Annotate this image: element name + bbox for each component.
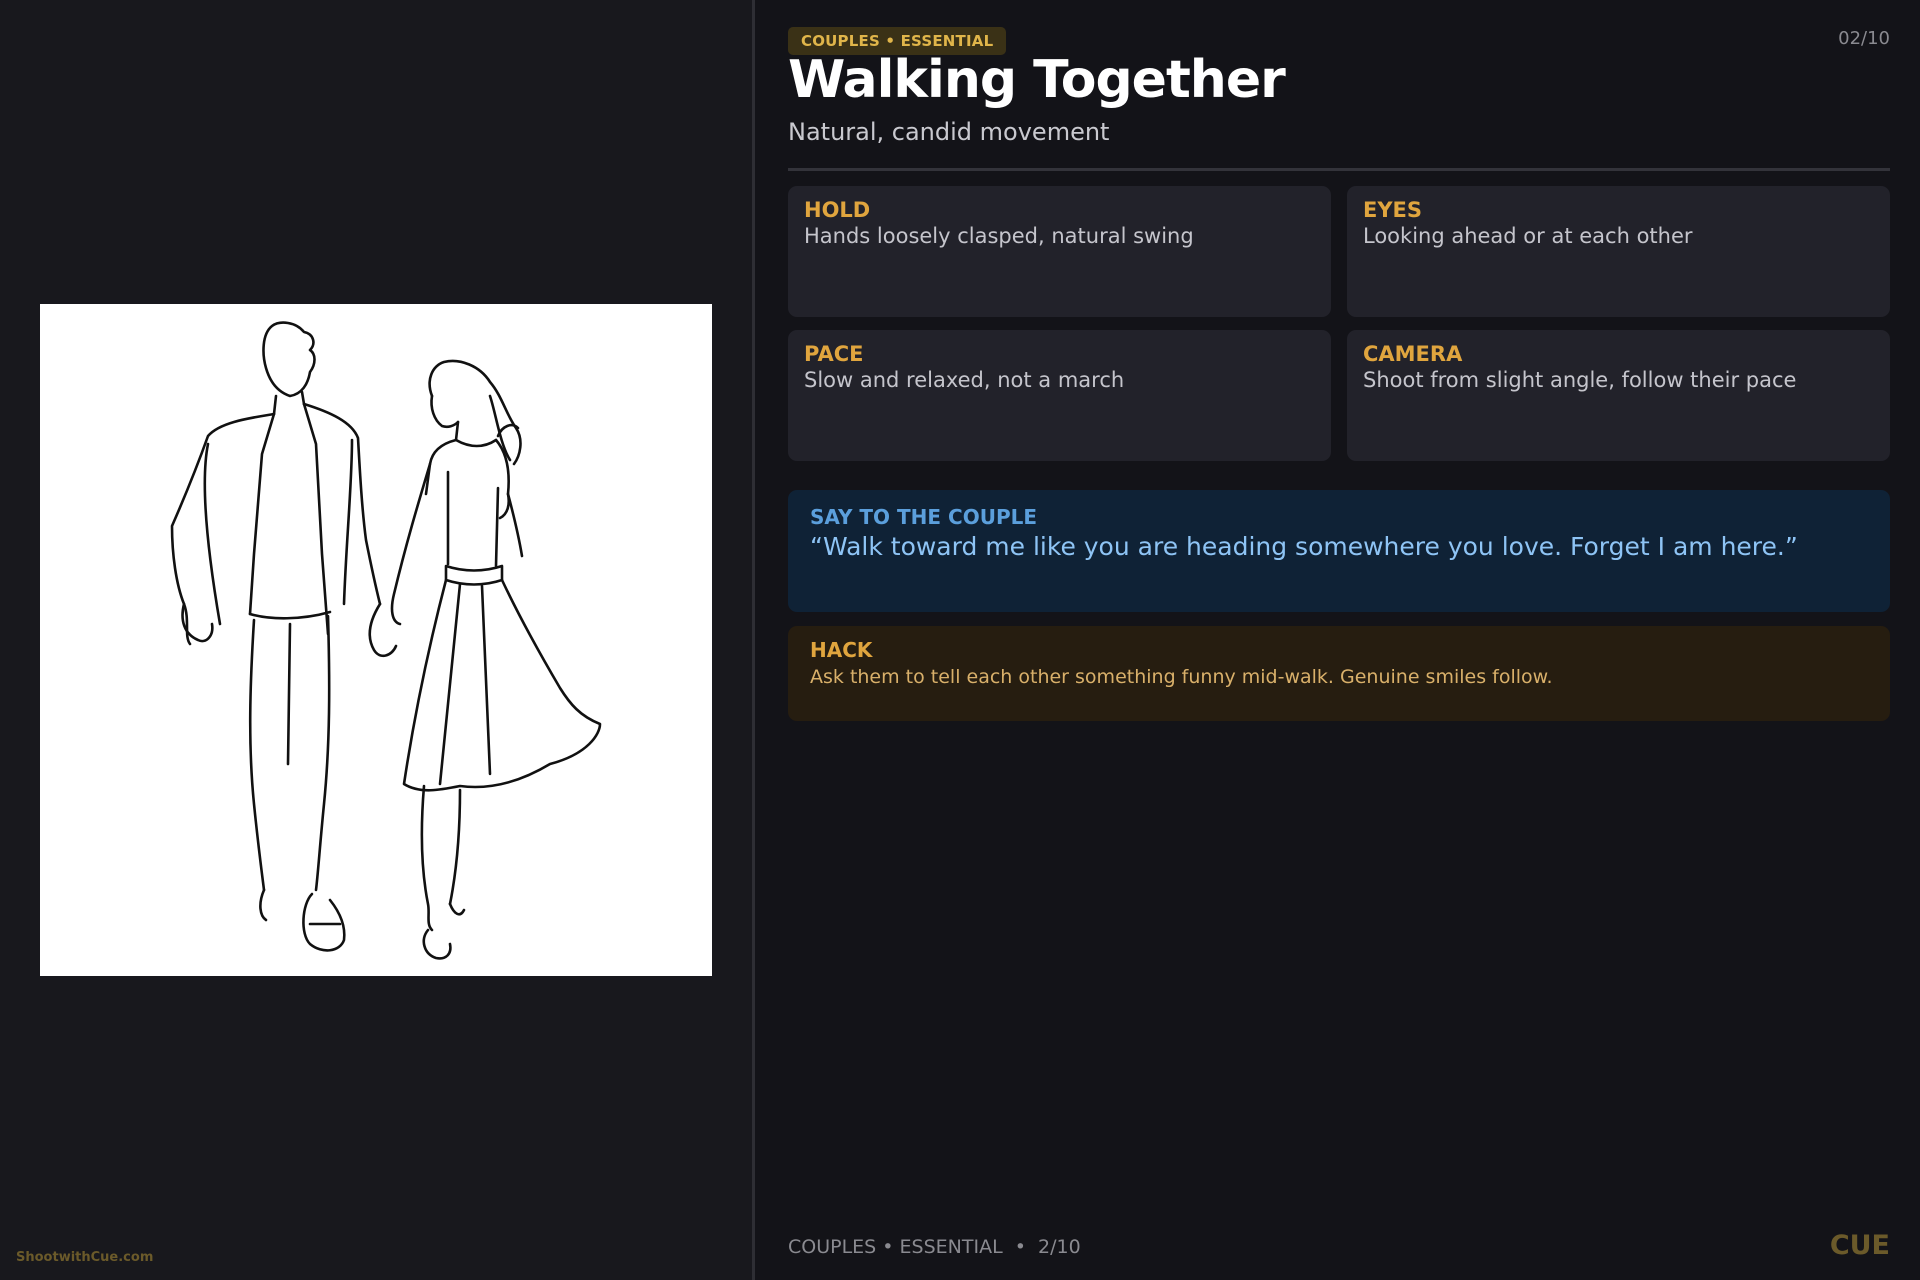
tip-text: Looking ahead or at each other <box>1363 224 1693 248</box>
page-title: Walking Together <box>788 50 1286 110</box>
tip-card-eyes: EYES Looking ahead or at each other <box>1347 186 1890 317</box>
brand-logo: CUE <box>1829 1230 1890 1261</box>
pose-details-pane: COUPLES • ESSENTIAL 02/10 Walking Togeth… <box>788 0 1890 1280</box>
couple-walking-illustration <box>40 304 712 976</box>
tip-label: EYES <box>1363 198 1423 222</box>
hack-text: Ask them to tell each other something fu… <box>810 666 1553 688</box>
pane-divider <box>752 0 755 1280</box>
footer-category-progress: COUPLES • ESSENTIAL • 2/10 <box>788 1236 1081 1258</box>
tip-card-pace: PACE Slow and relaxed, not a march <box>788 330 1331 461</box>
hack-box: HACK Ask them to tell each other somethi… <box>788 626 1890 721</box>
hack-label: HACK <box>810 638 873 662</box>
page-counter: 02/10 <box>1838 28 1890 49</box>
tip-card-hold: HOLD Hands loosely clasped, natural swin… <box>788 186 1331 317</box>
tip-label: CAMERA <box>1363 342 1463 366</box>
tip-text: Hands loosely clasped, natural swing <box>804 224 1194 248</box>
tip-card-camera: CAMERA Shoot from slight angle, follow t… <box>1347 330 1890 461</box>
tip-label: PACE <box>804 342 864 366</box>
tip-text: Shoot from slight angle, follow their pa… <box>1363 368 1797 392</box>
tip-label: HOLD <box>804 198 871 222</box>
site-url[interactable]: ShootwithCue.com <box>16 1250 153 1265</box>
title-divider <box>788 168 1890 171</box>
say-label: SAY TO THE COUPLE <box>810 505 1038 529</box>
say-quote: “Walk toward me like you are heading som… <box>810 532 1798 561</box>
page-subtitle: Natural, candid movement <box>788 118 1110 146</box>
say-to-couple-box: SAY TO THE COUPLE “Walk toward me like y… <box>788 490 1890 612</box>
tip-text: Slow and relaxed, not a march <box>804 368 1125 392</box>
left-pane: ShootwithCue.com <box>0 0 752 1280</box>
